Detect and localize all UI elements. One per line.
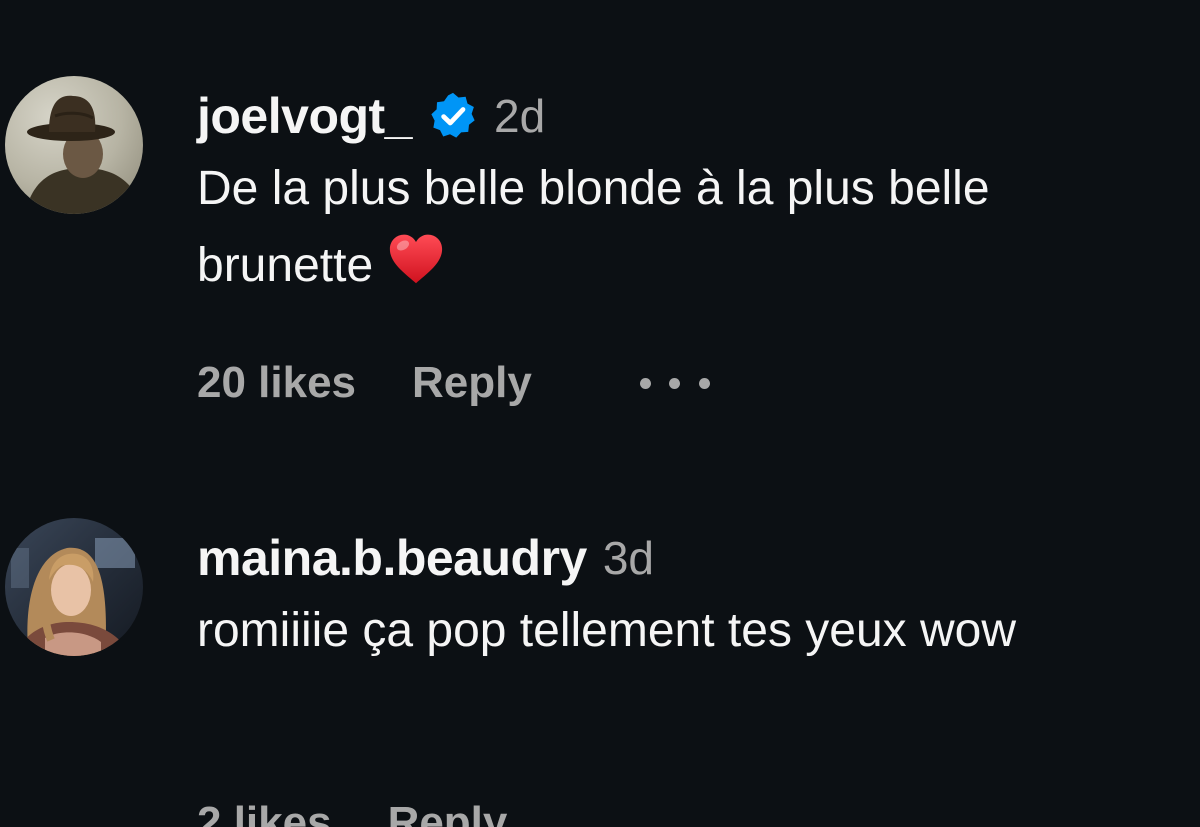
comment-timestamp[interactable]: 2d	[494, 89, 545, 143]
avatar[interactable]	[5, 76, 143, 214]
more-options-icon[interactable]	[639, 373, 710, 393]
comment-text-content: De la plus belle blonde à la plus belle …	[197, 162, 990, 292]
reply-button[interactable]: Reply	[388, 798, 508, 827]
avatar-image	[5, 76, 143, 214]
comment-actions: 20 likes Reply	[197, 358, 710, 408]
comment-text: romiiiie ça pop tellement tes yeux wow	[197, 592, 1160, 669]
comment-timestamp[interactable]: 3d	[603, 531, 654, 585]
comment-text: De la plus belle blonde à la plus belle …	[197, 150, 1160, 304]
likes-count[interactable]: 20 likes	[197, 358, 356, 408]
more-dot	[698, 377, 710, 389]
comments-thread: joelvogt_ 2d De la plus belle blonde à l…	[0, 0, 1200, 827]
username[interactable]: joelvogt_	[197, 87, 412, 145]
comment-header: joelvogt_ 2d	[197, 86, 1160, 146]
comment-text-content: romiiiie ça pop tellement tes yeux wow	[197, 604, 1017, 657]
red-heart-icon	[387, 231, 445, 289]
more-dot	[639, 377, 651, 389]
more-dot	[669, 377, 681, 389]
likes-count[interactable]: 2 likes	[197, 798, 332, 827]
comment-header: maina.b.beaudry 3d	[197, 528, 1160, 588]
reply-button[interactable]: Reply	[412, 358, 532, 408]
avatar[interactable]	[5, 518, 143, 656]
comment-actions: 2 likes Reply	[197, 798, 507, 827]
verified-badge-icon	[428, 91, 478, 141]
avatar-image	[5, 518, 143, 656]
username[interactable]: maina.b.beaudry	[197, 529, 587, 587]
